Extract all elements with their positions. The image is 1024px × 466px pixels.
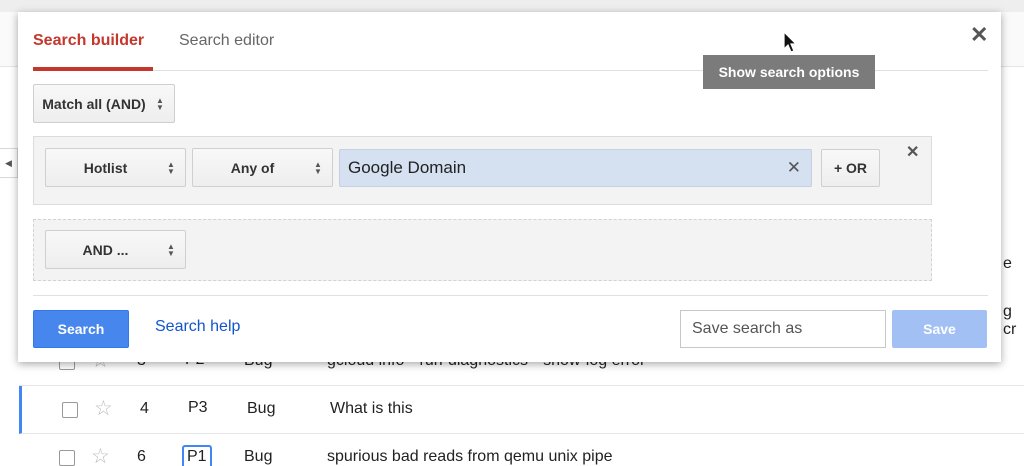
save-search-input[interactable] <box>680 310 886 348</box>
select-arrows-icon: ▲ ▼ <box>167 159 175 176</box>
clipped-text-fragment: g cr <box>1003 303 1017 338</box>
row-checkbox[interactable] <box>59 450 75 466</box>
star-icon[interactable]: ☆ <box>91 444 110 466</box>
match-mode-select[interactable]: Match all (AND) ▲ ▼ <box>33 84 175 123</box>
field-select-label: Hotlist <box>83 159 128 176</box>
and-select-label: AND ... <box>82 241 129 258</box>
operator-select-label: Any of <box>230 159 275 176</box>
value-chip-label: Google Domain <box>348 158 467 177</box>
triangle-left-icon: ◀ <box>5 157 12 168</box>
select-arrows-icon: ▲ ▼ <box>314 159 322 176</box>
and-select[interactable]: AND ... ▲ ▼ <box>45 230 186 269</box>
mouse-cursor-icon <box>783 31 797 53</box>
remove-criteria-icon[interactable]: ✕ <box>906 142 919 162</box>
row-type: Bug <box>247 400 276 417</box>
tab-search-builder[interactable]: Search builder <box>33 32 144 50</box>
select-arrows-icon: ▲ ▼ <box>156 95 164 112</box>
top-bar <box>0 0 1024 12</box>
close-icon[interactable]: ✕ <box>970 22 988 48</box>
field-select[interactable]: Hotlist ▲ ▼ <box>45 148 186 187</box>
star-icon[interactable]: ☆ <box>94 396 113 421</box>
clipped-text-fragment: e <box>1003 255 1012 272</box>
select-arrows-icon: ▲ ▼ <box>167 241 175 258</box>
add-or-button[interactable]: + OR <box>821 149 880 187</box>
match-mode-label: Match all (AND) <box>42 95 146 112</box>
row-id: 4 <box>140 400 149 417</box>
search-button[interactable]: Search <box>33 310 129 348</box>
tab-search-editor[interactable]: Search editor <box>179 32 274 50</box>
tooltip: Show search options <box>703 55 875 89</box>
collapse-sidebar-button[interactable]: ◀ <box>0 148 18 178</box>
table-row[interactable]: ☆ 4 P3 Bug What is this <box>19 386 1024 434</box>
active-tab-indicator <box>33 67 153 71</box>
row-priority[interactable]: P1 <box>182 445 212 466</box>
search-help-link[interactable]: Search help <box>155 318 240 336</box>
row-type: Bug <box>244 448 273 465</box>
value-chip[interactable]: Google Domain ✕ <box>339 149 812 187</box>
search-dialog: Search builder Search editor ✕ Show sear… <box>18 12 1001 362</box>
row-priority: P3 <box>188 399 208 416</box>
save-button[interactable]: Save <box>892 310 987 348</box>
footer-divider <box>33 295 988 296</box>
row-checkbox[interactable] <box>62 402 78 418</box>
table-row[interactable]: ☆ 6 P1 Bug spurious bad reads from qemu … <box>19 434 1024 466</box>
row-summary[interactable]: spurious bad reads from qemu unix pipe <box>327 448 613 466</box>
remove-chip-icon[interactable]: ✕ <box>787 158 801 178</box>
row-summary[interactable]: What is this <box>330 400 413 418</box>
operator-select[interactable]: Any of ▲ ▼ <box>192 148 333 187</box>
row-id: 6 <box>137 448 146 465</box>
